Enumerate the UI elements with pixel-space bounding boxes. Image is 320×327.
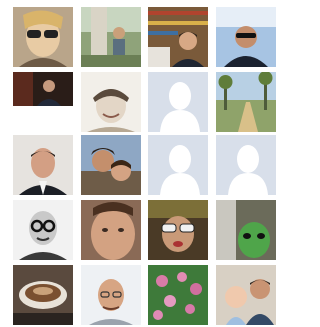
friend-photo-8[interactable] xyxy=(216,72,276,132)
default-avatar-3[interactable] xyxy=(216,135,276,195)
default-avatar-silhouette-icon xyxy=(216,135,276,195)
friend-photo-19[interactable] xyxy=(148,265,208,325)
default-avatar-2[interactable] xyxy=(148,135,208,195)
friends-grid xyxy=(0,0,276,327)
friend-photo-18[interactable] xyxy=(81,265,141,325)
friend-photo-1[interactable] xyxy=(13,7,73,67)
friend-photo-4[interactable] xyxy=(216,7,276,67)
friend-photo-13[interactable] xyxy=(13,200,73,260)
friend-photo-15[interactable] xyxy=(148,200,208,260)
default-avatar-silhouette-icon xyxy=(148,72,208,132)
default-avatar-1[interactable] xyxy=(148,72,208,132)
friend-photo-14[interactable] xyxy=(81,200,141,260)
friend-photo-20[interactable] xyxy=(216,265,276,325)
friend-photo-16[interactable] xyxy=(216,200,276,260)
friend-photo-10[interactable] xyxy=(81,135,141,195)
default-avatar-silhouette-icon xyxy=(148,135,208,195)
friend-photo-17[interactable] xyxy=(13,265,73,325)
friend-photo-6[interactable] xyxy=(81,72,141,132)
friend-photo-5[interactable] xyxy=(13,72,73,106)
friend-photo-9[interactable] xyxy=(13,135,73,195)
friend-photo-2[interactable] xyxy=(81,7,141,67)
friend-photo-3[interactable] xyxy=(148,7,208,67)
